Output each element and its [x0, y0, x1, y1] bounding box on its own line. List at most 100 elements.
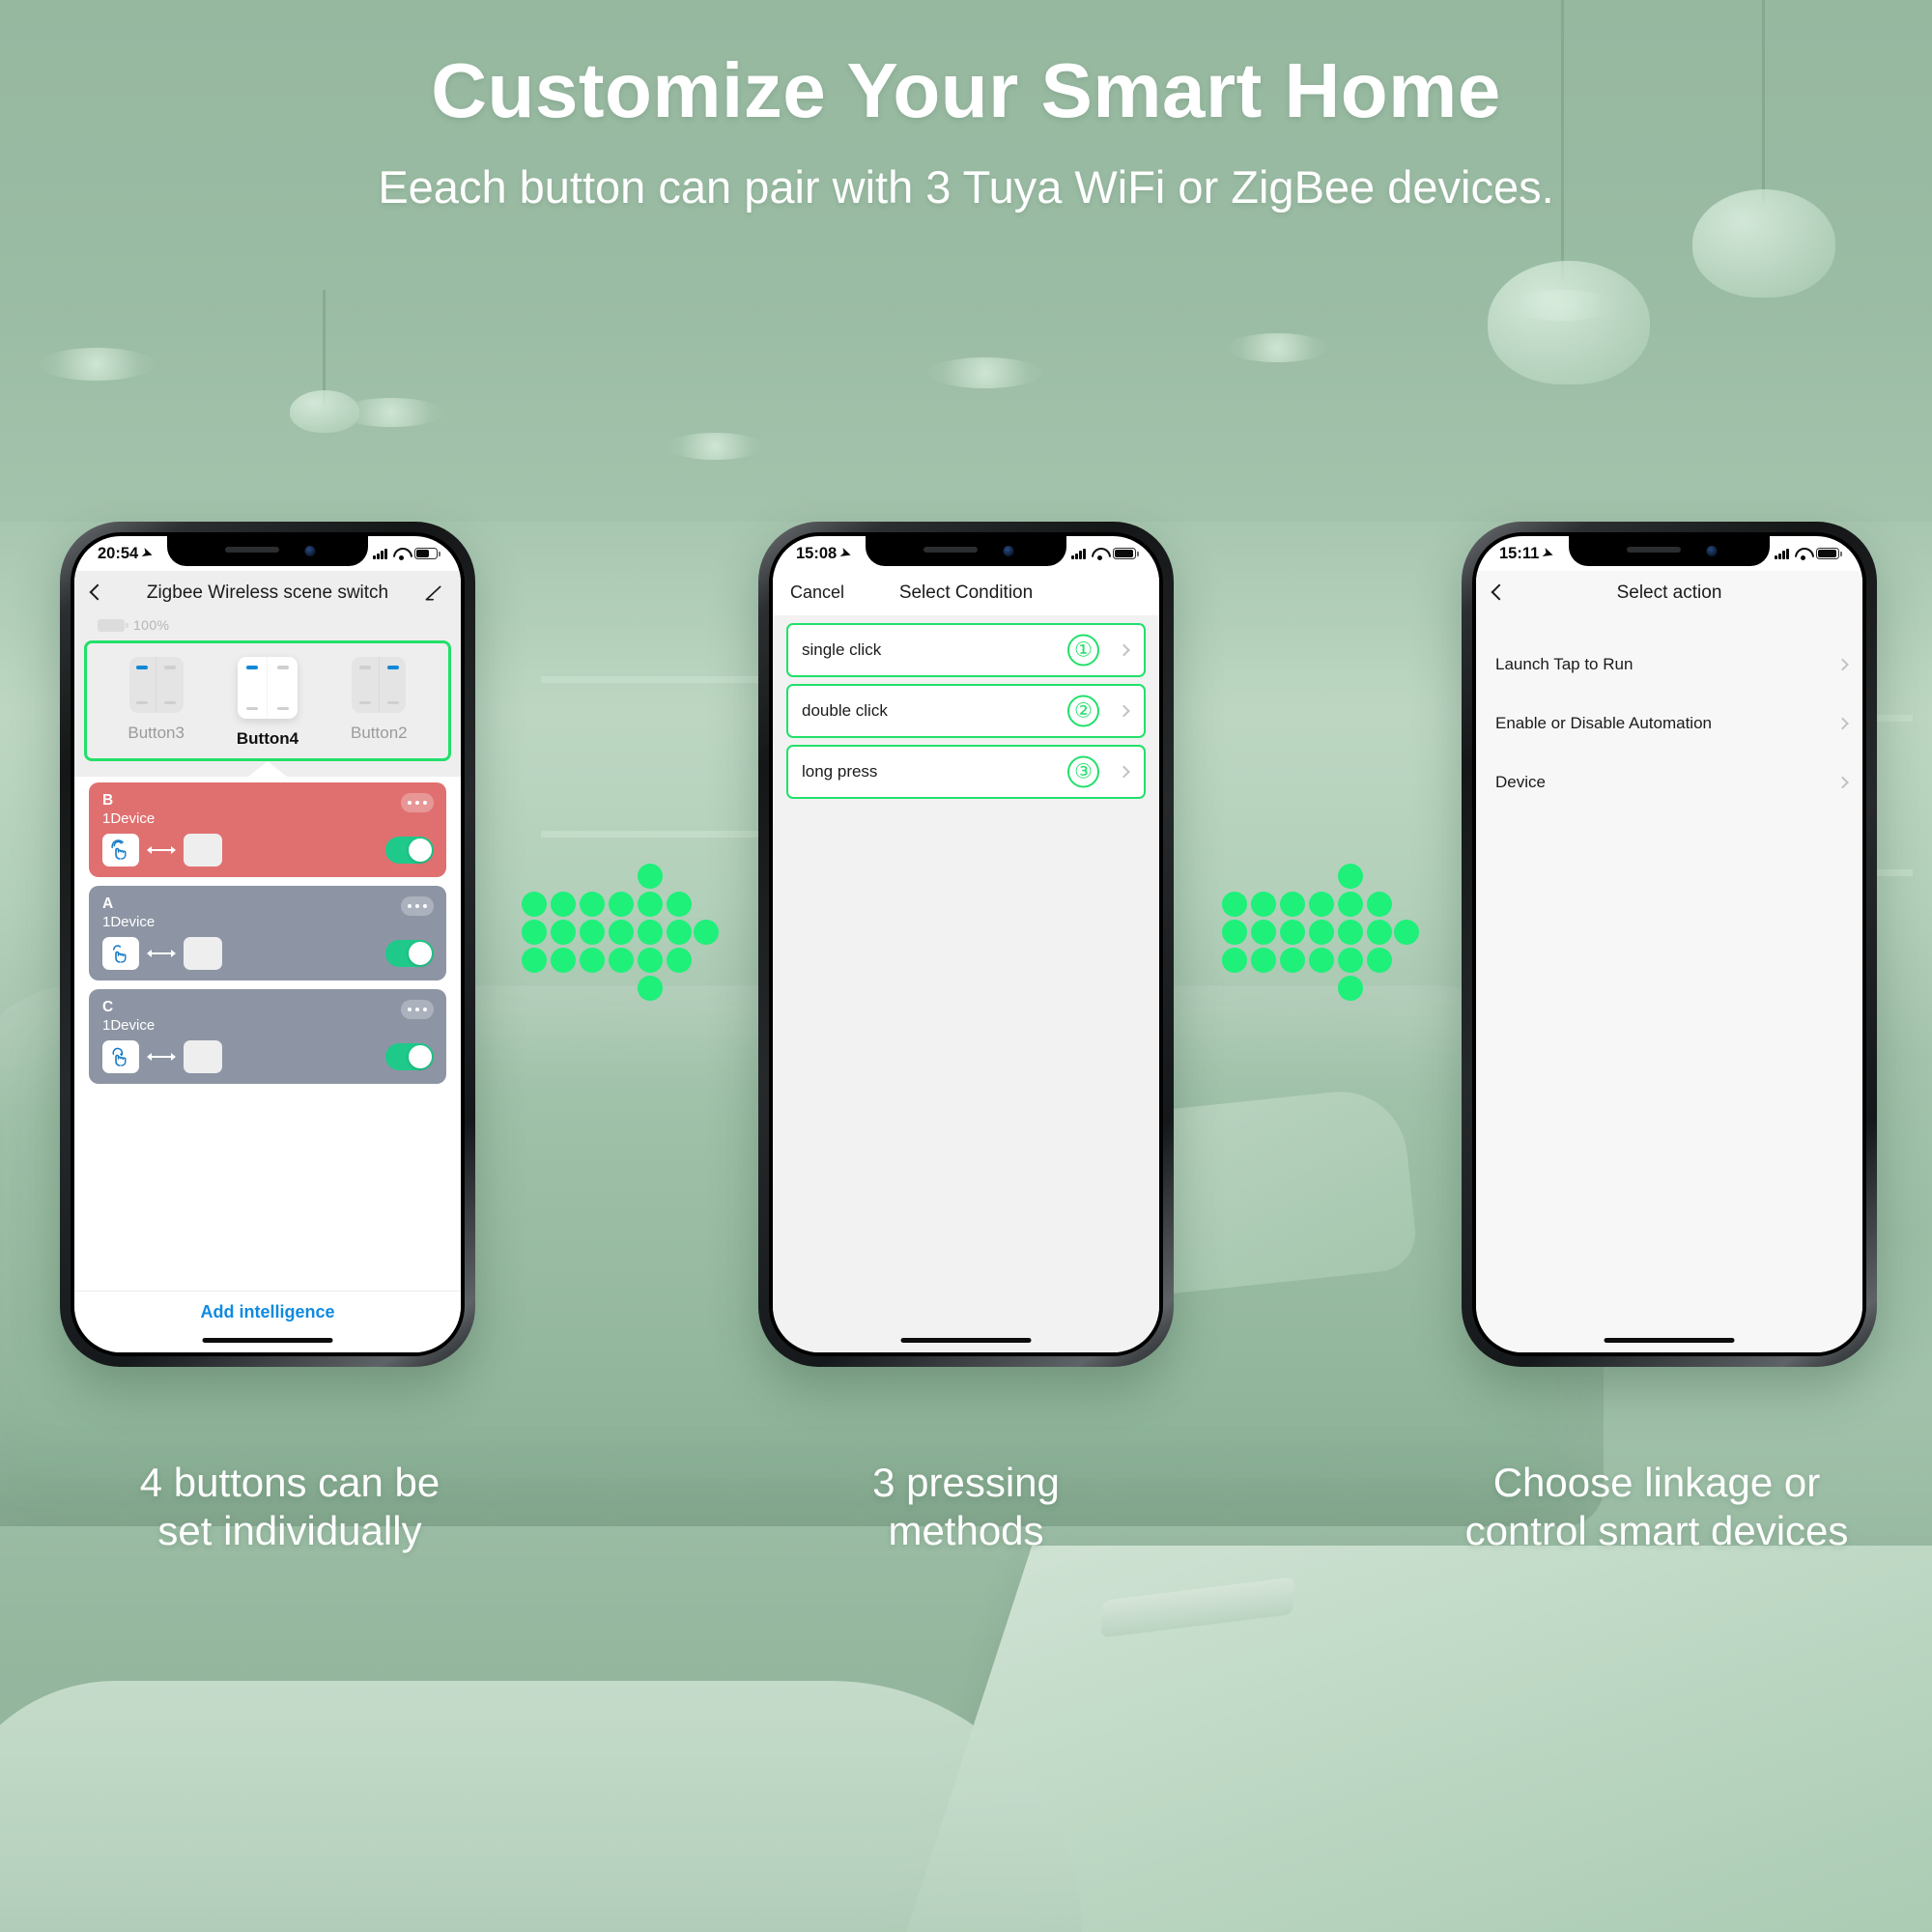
phone-bezel-3: 15:11 ➤ Select action Launch Tap to Run …: [1472, 532, 1866, 1356]
arrow-right-left-icon: [147, 844, 176, 856]
table-row[interactable]: B 1Device: [89, 782, 446, 877]
caption-right-line2: control smart devices: [1464, 1507, 1849, 1553]
back-button-3[interactable]: [1491, 582, 1508, 604]
list-item-long-press[interactable]: long press ③: [786, 745, 1146, 799]
phone-mockup-2: 15:08 ➤ Cancel Select Condition single c…: [758, 522, 1174, 1367]
list-item-single-click[interactable]: single click ①: [786, 623, 1146, 677]
switch-led-icon: [276, 706, 289, 710]
add-intelligence-button[interactable]: Add intelligence: [200, 1302, 334, 1322]
cancel-button[interactable]: Cancel: [790, 582, 844, 604]
pendant-lamp-shade: [1488, 261, 1650, 384]
cancel-label: Cancel: [790, 582, 845, 602]
switch-led-icon: [246, 706, 259, 710]
nav-title-1: Zigbee Wireless scene switch: [146, 582, 389, 603]
device-card-list: B 1Device A 1Device C 1Device: [74, 777, 461, 1084]
switch-led-icon: [359, 666, 372, 669]
device-card-count: 1Device: [102, 1016, 156, 1034]
sidebar-item-button4[interactable]: Button4: [212, 657, 323, 749]
selected-tab-caret-wrap: [74, 761, 461, 777]
device-toggle[interactable]: [385, 1043, 434, 1070]
device-battery-row: 100%: [74, 615, 461, 640]
background-rug: [0, 1681, 1082, 1932]
edit-button[interactable]: [424, 583, 443, 603]
single-tap-icon: [102, 834, 139, 867]
chevron-right-icon: [1118, 765, 1130, 779]
switch-led-icon: [276, 666, 289, 669]
step-number-badge: ②: [1067, 695, 1099, 727]
table-row[interactable]: A 1Device: [89, 886, 446, 980]
device-card-count: 1Device: [102, 913, 156, 930]
device-card-row: [102, 834, 434, 867]
chevron-right-icon: [1118, 704, 1130, 718]
device-card-count: 1Device: [102, 810, 156, 827]
list-item-launch-tap-to-run[interactable]: Launch Tap to Run: [1476, 635, 1862, 694]
device-card-name: A: [102, 895, 114, 912]
status-bar-time: 20:54: [98, 544, 139, 562]
list-item-enable-disable-automation[interactable]: Enable or Disable Automation: [1476, 694, 1862, 753]
ceiling-light: [927, 357, 1043, 388]
caption-right: Choose linkage or control smart devices: [1406, 1459, 1908, 1554]
status-bar-time: 15:11: [1499, 544, 1540, 562]
sidebar-item-button2[interactable]: Button2: [324, 657, 435, 743]
status-bar-left: 15:11 ➤: [1499, 544, 1556, 563]
switch-led-icon: [136, 700, 149, 704]
phone-screen-2: 15:08 ➤ Cancel Select Condition single c…: [773, 536, 1159, 1352]
list-item-double-click[interactable]: double click ②: [786, 684, 1146, 738]
switch-half-left: [238, 657, 268, 719]
home-indicator[interactable]: [202, 1338, 333, 1343]
list-item-device[interactable]: Device: [1476, 753, 1862, 811]
battery-icon: [1816, 548, 1842, 559]
wifi-icon: [1795, 548, 1810, 560]
more-dots-icon[interactable]: [401, 793, 434, 812]
switch-thumbnail: [352, 657, 407, 713]
caret-up-icon: [248, 761, 287, 777]
ceiling-light: [667, 433, 763, 460]
button-tabs-wrapper: Button3 Button4 Button2: [74, 640, 461, 761]
status-bar-right: [373, 548, 440, 560]
status-bar-right: [1775, 548, 1842, 560]
header: Customize Your Smart Home Eeach button c…: [0, 0, 1932, 213]
switch-led-icon: [163, 666, 176, 669]
more-dots-icon[interactable]: [401, 896, 434, 916]
pendant-lamp-shade: [290, 390, 359, 433]
page-subtitle: Eeach button can pair with 3 Tuya WiFi o…: [378, 161, 1554, 213]
more-dots-icon[interactable]: [401, 1000, 434, 1019]
pendant-lamp-cord: [323, 290, 326, 406]
battery-icon: [1113, 548, 1139, 559]
status-bar-2: 15:08 ➤: [773, 536, 1159, 571]
sidebar-item-button3[interactable]: Button3: [100, 657, 212, 743]
nav-bar-3: Select action: [1476, 571, 1862, 615]
add-intelligence-bar: Add intelligence: [74, 1291, 461, 1352]
device-card-name: B: [102, 792, 114, 809]
home-indicator[interactable]: [1604, 1338, 1735, 1343]
flow-arrow-right: [1222, 860, 1419, 1001]
table-row[interactable]: C 1Device: [89, 989, 446, 1084]
action-label: Enable or Disable Automation: [1495, 713, 1712, 732]
long-press-icon: [102, 1040, 139, 1073]
nav-bar-1: Zigbee Wireless scene switch: [74, 571, 461, 615]
switch-half-right: [378, 657, 407, 713]
phone-bezel-2: 15:08 ➤ Cancel Select Condition single c…: [769, 532, 1163, 1356]
chevron-left-icon: [1491, 583, 1508, 601]
action-label: Launch Tap to Run: [1495, 654, 1634, 673]
device-toggle[interactable]: [385, 837, 434, 864]
status-bar-left: 15:08 ➤: [796, 545, 853, 563]
page-title: Customize Your Smart Home: [431, 47, 1501, 133]
home-indicator[interactable]: [900, 1338, 1032, 1343]
nav-bar-2: Cancel Select Condition: [773, 571, 1159, 615]
location-arrow-icon: ➤: [1541, 544, 1556, 562]
ceiling-light: [39, 348, 155, 381]
phone-mockup-3: 15:11 ➤ Select action Launch Tap to Run …: [1462, 522, 1877, 1367]
step-number-badge: ①: [1067, 634, 1099, 667]
device-toggle[interactable]: [385, 940, 434, 967]
phone-bezel-1: 20:54 ➤ Zigbee Wireless scene switch 100…: [71, 532, 465, 1356]
condition-label: single click: [802, 640, 882, 659]
action-label: Device: [1495, 772, 1546, 791]
pencil-edit-icon: [425, 585, 441, 601]
back-button-1[interactable]: [89, 582, 106, 604]
chevron-right-icon: [1118, 643, 1130, 657]
caption-right-line1: Choose linkage or: [1492, 1460, 1821, 1505]
status-bar-3: 15:11 ➤: [1476, 536, 1862, 571]
switch-half-right: [156, 657, 184, 713]
phone-screen-3: 15:11 ➤ Select action Launch Tap to Run …: [1476, 536, 1862, 1352]
